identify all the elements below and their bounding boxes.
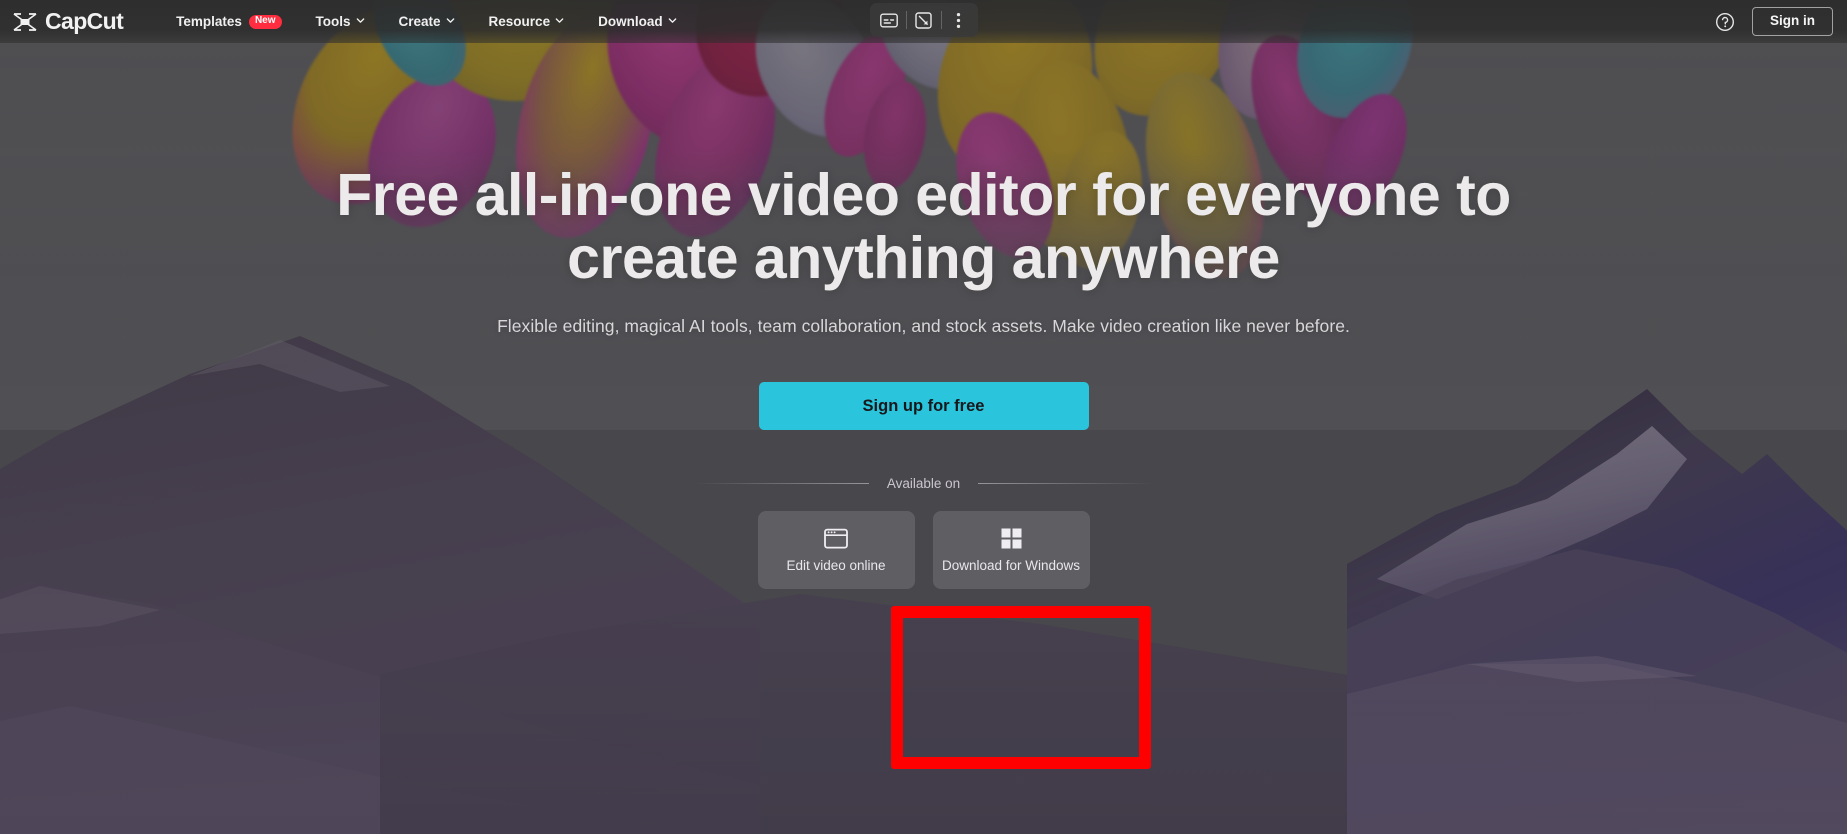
- nav-item-create[interactable]: Create: [382, 0, 472, 43]
- nav-label-templates: Templates: [176, 14, 242, 29]
- new-badge: New: [248, 14, 282, 29]
- windows-logo-icon: [999, 527, 1023, 549]
- primary-navigation: Templates New Tools Create Resource Down…: [159, 0, 693, 43]
- screenshot-icon[interactable]: [907, 3, 941, 37]
- divider-line-left: [693, 483, 869, 485]
- capcut-logo-icon: [13, 12, 37, 31]
- help-circle-icon[interactable]: [1714, 11, 1736, 33]
- hero-subtitle: Flexible editing, magical AI tools, team…: [497, 316, 1350, 337]
- nav-label-resource: Resource: [488, 14, 551, 29]
- brand-logo[interactable]: CapCut: [12, 0, 124, 43]
- brand-name: CapCut: [45, 8, 124, 34]
- sign-in-button[interactable]: Sign in: [1752, 6, 1833, 37]
- nav-item-tools[interactable]: Tools: [299, 0, 382, 43]
- nav-label-download: Download: [598, 14, 663, 29]
- edit-video-online-button[interactable]: Edit video online: [757, 511, 915, 590]
- download-for-windows-button[interactable]: Download for Windows: [932, 511, 1090, 590]
- page-root: CapCut Templates New Tools Create Resour…: [0, 0, 1847, 834]
- nav-label-create: Create: [398, 14, 441, 29]
- download-options-row: Edit video online Download for Windows: [757, 511, 1090, 590]
- browser-window-icon: [824, 527, 848, 549]
- chevron-down-icon: [356, 16, 365, 25]
- captions-icon[interactable]: [872, 3, 906, 37]
- page-title: Free all-in-one video editor for everyon…: [336, 162, 1511, 292]
- chevron-down-icon: [555, 16, 564, 25]
- available-on-divider: Available on: [693, 476, 1154, 492]
- chevron-down-icon: [668, 16, 677, 25]
- download-for-windows-label: Download for Windows: [941, 558, 1081, 574]
- browser-toolbar: [869, 3, 978, 37]
- chevron-down-icon: [446, 16, 455, 25]
- sign-up-button[interactable]: Sign up for free: [758, 382, 1089, 431]
- nav-item-templates[interactable]: Templates New: [159, 0, 298, 43]
- nav-label-tools: Tools: [315, 14, 351, 29]
- more-vertical-icon[interactable]: [942, 3, 976, 37]
- edit-video-online-label: Edit video online: [786, 558, 886, 574]
- nav-item-resource[interactable]: Resource: [472, 0, 582, 43]
- header-actions: Sign in: [1714, 0, 1833, 43]
- site-header: CapCut Templates New Tools Create Resour…: [0, 0, 1847, 43]
- nav-item-download[interactable]: Download: [581, 0, 694, 43]
- divider-line-right: [978, 483, 1154, 485]
- available-on-label: Available on: [886, 476, 961, 492]
